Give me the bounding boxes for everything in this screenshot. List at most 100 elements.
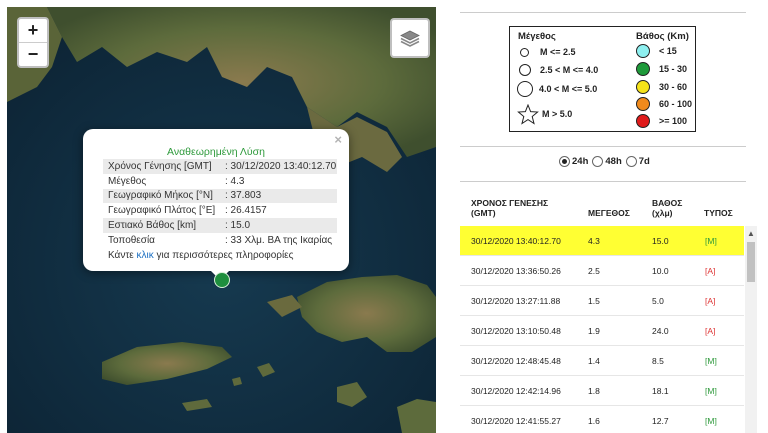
cell-mag: 2.5: [588, 266, 600, 276]
cell-mag: 1.4: [588, 356, 600, 366]
header-time-line1: ΧΡΟΝΟΣ ΓΕΝΕΣΗΣ: [471, 198, 549, 208]
cyan-dot-icon: [636, 44, 650, 58]
scrollbar-thumb[interactable]: [747, 242, 755, 282]
layers-icon: [400, 30, 420, 47]
side-panel: Μέγεθος Βάθος (Km) M <= 2.5 2.5 < M <= 4…: [460, 0, 757, 433]
top-divider: [460, 12, 746, 13]
table-row[interactable]: 30/12/2020 12:48:45.48 1.4 8.5 [M]: [460, 346, 744, 376]
cell-type: [A]: [705, 266, 716, 276]
small-circle-icon: [520, 47, 529, 57]
legend-box: Μέγεθος Βάθος (Km) M <= 2.5 2.5 < M <= 4…: [509, 26, 696, 132]
popup-key: Γεωγραφικό Μήκος [°N]: [103, 188, 220, 204]
table-header: ΧΡΟΝΟΣ ΓΕΝΕΣΗΣ (GMT) ΜΕΓΕΘΟΣ ΒΑΘΟΣ (χλμ)…: [460, 190, 746, 228]
popup-row: Γεωγραφικό Πλάτος [°E] : 26.4157: [103, 203, 337, 218]
legend-depth-label: 60 - 100: [659, 99, 693, 109]
legend-mag-item: 4.0 < M <= 5.0: [517, 81, 598, 97]
cell-type: [M]: [705, 416, 717, 426]
table-scrollbar[interactable]: ▲: [745, 226, 757, 433]
red-dot-icon: [636, 114, 650, 128]
radio-7d[interactable]: [625, 156, 637, 167]
popup-row: Χρόνος Γένησης [GMT]: 30/12/2020 13:40:1…: [103, 159, 337, 174]
table-row[interactable]: 30/12/2020 12:42:14.96 1.8 18.1 [M]: [460, 376, 744, 406]
yellow-dot-icon: [636, 80, 650, 94]
popup-value: : 33 Χλμ. ΒΑ της Ικαρίας: [225, 234, 333, 246]
legend-depth-item: < 15: [636, 44, 677, 58]
star-icon: [517, 103, 539, 125]
legend-magnitude-title: Μέγεθος: [518, 31, 556, 42]
header-time: ΧΡΟΝΟΣ ΓΕΝΕΣΗΣ (GMT): [471, 198, 548, 218]
zoom-out-button[interactable]: −: [19, 42, 47, 66]
legend-mag-label: 4.0 < M <= 5.0: [539, 84, 598, 94]
radio-7d-label: 7d: [638, 156, 650, 167]
header-type: ΤΥΠΟΣ: [704, 208, 733, 218]
legend-mag-item: M <= 2.5: [517, 45, 576, 59]
popup-key: Εστιακό Βάθος [km]: [103, 218, 220, 233]
layers-button[interactable]: [390, 18, 430, 58]
cell-time: 30/12/2020 13:36:50.26: [471, 266, 561, 276]
cell-mag: 1.9: [588, 326, 600, 336]
cell-depth: 18.1: [652, 386, 669, 396]
cell-depth: 15.0: [652, 236, 669, 246]
legend-depth-item: >= 100: [636, 114, 687, 128]
popup-row: Μέγεθος : 4.3: [103, 174, 337, 189]
cell-time: 30/12/2020 12:42:14.96: [471, 386, 561, 396]
legend-depth-title: Βάθος (Km): [636, 31, 689, 42]
radio-48h-label: 48h: [605, 156, 622, 167]
legend-mag-item: M > 5.0: [517, 103, 572, 125]
earthquake-map[interactable]: + − × Αναθεωρημένη Λύση Χρόνος Γένησης […: [7, 7, 436, 433]
radio-24h-label: 24h: [572, 156, 589, 167]
radio-24h[interactable]: [559, 156, 570, 167]
divider: [460, 181, 746, 182]
popup-value: : 30/12/2020 13:40:12.70: [220, 159, 337, 174]
table-row[interactable]: 30/12/2020 13:36:50.26 2.5 10.0 [A]: [460, 256, 744, 286]
cell-type: [A]: [705, 326, 716, 336]
cell-depth: 12.7: [652, 416, 669, 426]
popup-key: Τοποθεσία: [108, 234, 155, 246]
popup-value: : 4.3: [225, 175, 245, 187]
table-row[interactable]: 30/12/2020 13:40:12.70 4.3 15.0 [M]: [460, 226, 744, 256]
popup-key: Γεωγραφικό Πλάτος [°E]: [108, 205, 216, 217]
medium-circle-icon: [519, 64, 531, 76]
events-table: 30/12/2020 13:40:12.70 4.3 15.0 [M] 30/1…: [460, 226, 746, 433]
more-info-link[interactable]: κλικ: [137, 250, 154, 261]
header-depth-line2: (χλμ): [652, 208, 673, 218]
table-row[interactable]: 30/12/2020 13:10:50.48 1.9 24.0 [A]: [460, 316, 744, 346]
legend-mag-label: 2.5 < M <= 4.0: [540, 65, 599, 75]
cell-time: 30/12/2020 13:40:12.70: [471, 236, 561, 246]
popup-value: : 26.4157: [225, 205, 267, 217]
event-popup: × Αναθεωρημένη Λύση Χρόνος Γένησης [GMT]…: [83, 129, 349, 280]
cell-type: [M]: [705, 236, 717, 246]
cell-depth: 10.0: [652, 266, 669, 276]
popup-value: : 37.803: [220, 188, 337, 204]
popup-key: Μέγεθος: [108, 175, 147, 187]
zoom-in-button[interactable]: +: [19, 19, 47, 42]
popup-key: Χρόνος Γένησης [GMT]: [103, 159, 220, 174]
earthquake-marker[interactable]: [214, 272, 230, 288]
cell-mag: 1.5: [588, 296, 600, 306]
cell-type: [M]: [705, 386, 717, 396]
popup-close-button[interactable]: ×: [334, 132, 342, 147]
table-row[interactable]: 30/12/2020 12:41:55.27 1.6 12.7 [M]: [460, 406, 744, 433]
popup-row: Γεωγραφικό Μήκος [°N]: 37.803: [103, 188, 337, 204]
popup-row: Εστιακό Βάθος [km]: 15.0: [103, 218, 337, 233]
legend-depth-label: >= 100: [659, 116, 688, 126]
table-row[interactable]: 30/12/2020 13:27:11.88 1.5 5.0 [A]: [460, 286, 744, 316]
scroll-up-icon[interactable]: ▲: [747, 229, 755, 238]
popup-value: : 15.0: [220, 218, 337, 233]
header-time-line2: (GMT): [471, 208, 496, 218]
zoom-control: + −: [17, 17, 49, 68]
cell-time: 30/12/2020 12:48:45.48: [471, 356, 561, 366]
popup-more-info: Κάντε κλικ για περισσότερες πληροφορίες: [108, 250, 349, 261]
header-depth-line1: ΒΑΘΟΣ: [652, 198, 683, 208]
radio-48h[interactable]: [592, 156, 604, 167]
cell-mag: 1.8: [588, 386, 600, 396]
popup-row: Τοποθεσία : 33 Χλμ. ΒΑ της Ικαρίας: [103, 233, 337, 248]
cell-time: 30/12/2020 12:41:55.27: [471, 416, 561, 426]
legend-mag-item: 2.5 < M <= 4.0: [517, 63, 598, 77]
cell-mag: 4.3: [588, 236, 600, 246]
legend-depth-label: 30 - 60: [659, 82, 688, 92]
more-prefix: Κάντε: [108, 249, 137, 261]
cell-depth: 8.5: [652, 356, 664, 366]
legend-mag-label: M <= 2.5: [540, 47, 576, 57]
cell-mag: 1.6: [588, 416, 600, 426]
